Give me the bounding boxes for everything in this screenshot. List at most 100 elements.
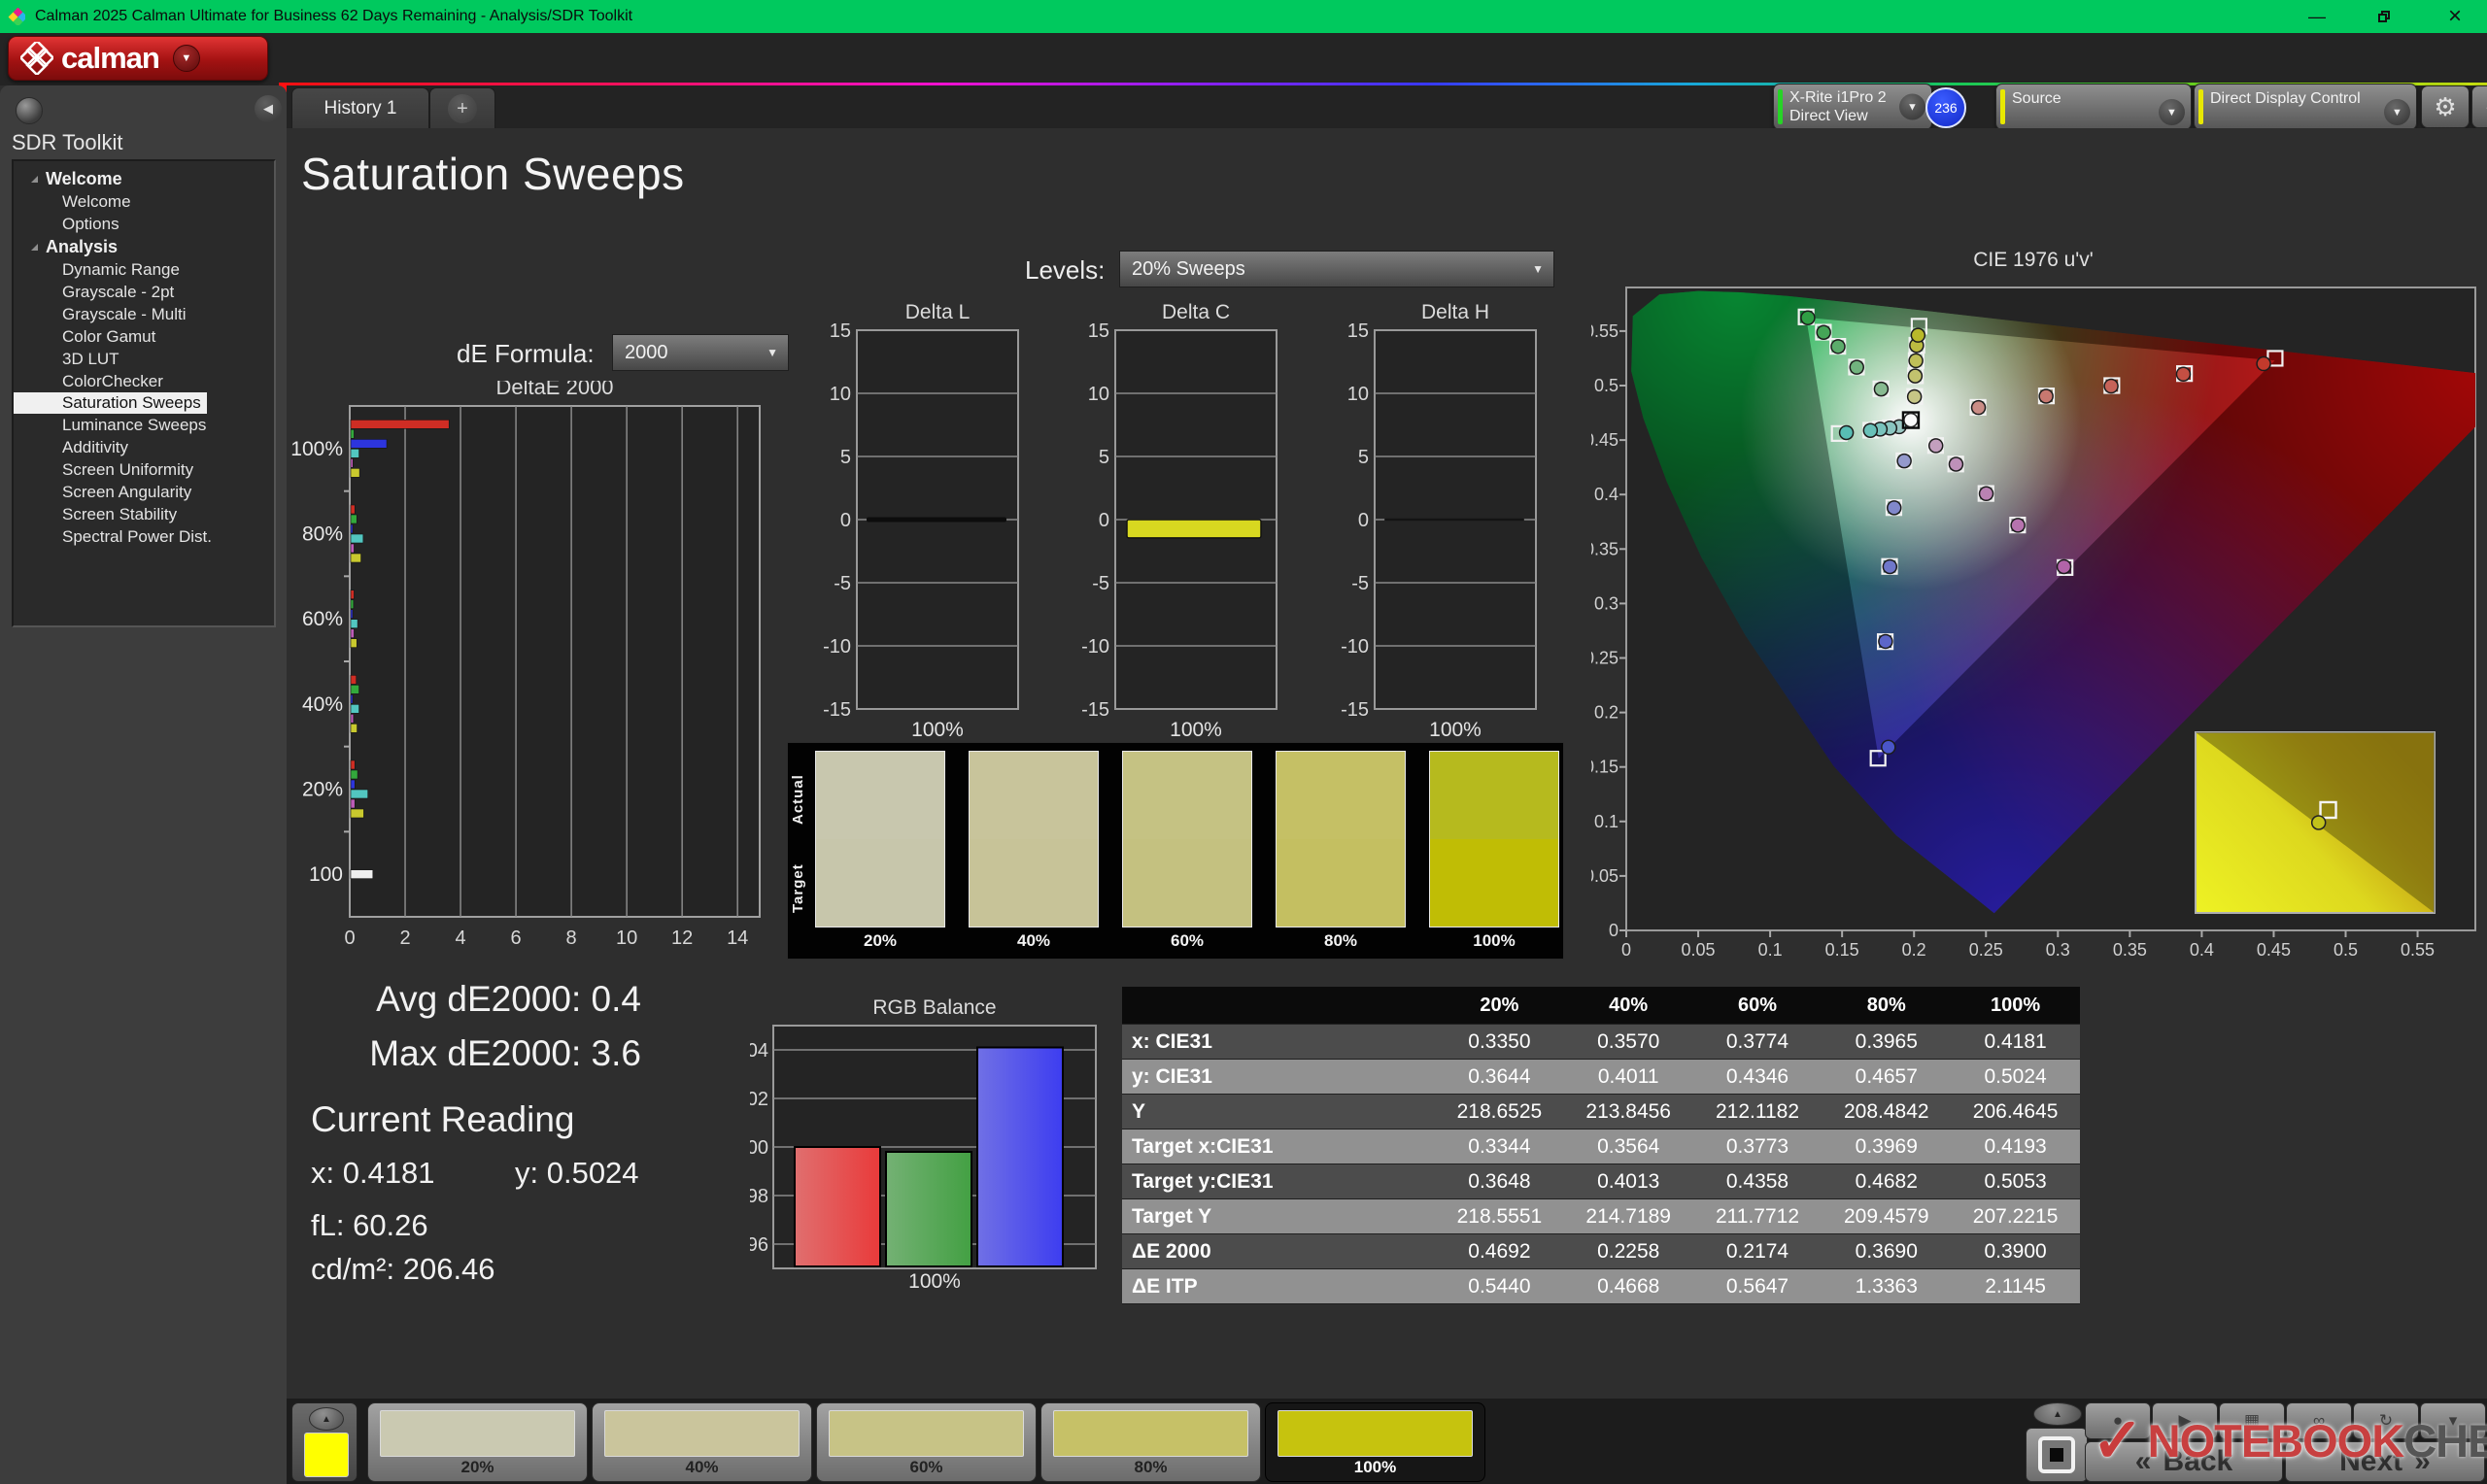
svg-text:0: 0 <box>1621 940 1631 960</box>
sidebar-item-luminance-sweeps[interactable]: Luminance Sweeps <box>14 414 274 436</box>
pattern-expand-button[interactable]: ▲ <box>309 1407 344 1431</box>
source-dropdown-arrow[interactable]: ▼ <box>2159 99 2185 125</box>
measured-marker-blue <box>1878 633 1893 650</box>
svg-text:10: 10 <box>830 384 851 405</box>
sidebar-item-grayscale-2pt[interactable]: Grayscale - 2pt <box>14 281 274 303</box>
svg-text:80%: 80% <box>302 523 343 546</box>
sidebar-section-welcome[interactable]: Welcome <box>14 167 274 190</box>
pattern-button-label: 20% <box>460 1458 494 1476</box>
de-bar-magenta <box>350 798 356 809</box>
levels-label: Levels: <box>1025 255 1106 285</box>
sidebar-item-color-gamut[interactable]: Color Gamut <box>14 325 274 348</box>
stop-button[interactable] <box>2026 1428 2088 1482</box>
de-bar-cyan <box>350 789 368 799</box>
svg-text:8: 8 <box>566 928 577 949</box>
svg-text:6: 6 <box>511 928 522 949</box>
up-arrow-icon: ▲ <box>322 1413 331 1425</box>
sidebar-item-dynamic-range[interactable]: Dynamic Range <box>14 258 274 281</box>
window-title: Calman 2025 Calman Ultimate for Business… <box>35 8 633 24</box>
sidebar-item-options[interactable]: Options <box>14 213 274 235</box>
patterns-up-button[interactable]: ▲ <box>2033 1402 2082 1426</box>
display-control-label: Direct Display Control <box>2210 90 2361 107</box>
svg-text:-5: -5 <box>1351 573 1369 594</box>
sidebar-item-screen-angularity[interactable]: Screen Angularity <box>14 481 274 503</box>
de-bar-magenta <box>350 714 355 724</box>
sidebar-item-colorchecker[interactable]: ColorChecker <box>14 370 274 392</box>
pattern-button-40%[interactable]: 40% <box>592 1402 812 1482</box>
tab-add[interactable]: + <box>429 87 495 129</box>
collapse-left-icon: ◀ <box>263 101 273 116</box>
settings-button[interactable]: ⚙ <box>2421 85 2470 128</box>
svg-text:102: 102 <box>750 1089 768 1110</box>
measure-control-5-button[interactable]: ▾ <box>2420 1402 2486 1439</box>
svg-text:-10: -10 <box>1341 636 1369 658</box>
expand-triangle-icon[interactable] <box>31 243 38 251</box>
measure-control-0-button[interactable]: ● <box>2085 1402 2151 1439</box>
sidebar-item-screen-uniformity[interactable]: Screen Uniformity <box>14 458 274 481</box>
restore-button[interactable] <box>2363 0 2405 33</box>
measure-control-4-button[interactable]: ↻ <box>2353 1402 2419 1439</box>
calman-menu-button[interactable]: calman ▼ <box>8 36 268 81</box>
minimize-button[interactable]: — <box>2296 0 2338 33</box>
meter-dropdown[interactable]: X-Rite i1Pro 2 Direct View ▼ <box>1773 84 1932 130</box>
next-button[interactable]: Next » <box>2285 1441 2485 1482</box>
measure-control-3-button[interactable]: ∞ <box>2286 1402 2352 1439</box>
pattern-color-chip <box>1278 1410 1473 1457</box>
sidebar-item-saturation-sweeps[interactable]: Saturation Sweeps <box>14 392 207 414</box>
sidebar-collapse-button[interactable]: ◀ <box>255 95 282 122</box>
sidebar-sphere-button[interactable] <box>16 97 43 124</box>
close-button[interactable]: × <box>2434 0 2476 33</box>
logo-menu-arrow[interactable]: ▼ <box>172 45 200 72</box>
calman-app-window: Calman 2025 Calman Ultimate for Business… <box>0 0 2487 1484</box>
meter-dropdown-arrow[interactable]: ▼ <box>1899 93 1925 120</box>
de-bar-red <box>350 590 355 599</box>
svg-text:0: 0 <box>344 928 355 949</box>
rgb-balance-chart: RGB Balance 96 98 100 102 104 100% <box>750 998 1097 1290</box>
sidebar-item-grayscale-multi[interactable]: Grayscale - Multi <box>14 303 274 325</box>
pattern-button-100%[interactable]: 100% <box>1265 1402 1485 1482</box>
de-bar-white <box>350 869 374 879</box>
source-dropdown[interactable]: Source ▼ <box>1995 84 2192 130</box>
chevron-down-icon: ▼ <box>181 52 192 64</box>
svg-text:0: 0 <box>1609 921 1618 940</box>
svg-text:0.5: 0.5 <box>2334 940 2358 960</box>
levels-dropdown[interactable]: 20% Sweeps ▼ <box>1119 251 1554 287</box>
expand-triangle-icon[interactable] <box>31 175 38 183</box>
meter-count-badge[interactable]: 236 <box>1925 87 1966 128</box>
measure-control-1-button[interactable]: ▶ <box>2152 1402 2218 1439</box>
pattern-button-80%[interactable]: 80% <box>1040 1402 1261 1482</box>
sidebar-item-welcome[interactable]: Welcome <box>14 190 274 213</box>
tab-history-1[interactable]: History 1 <box>291 87 429 129</box>
pattern-button-60%[interactable]: 60% <box>816 1402 1037 1482</box>
collapse-panel-button[interactable]: ◀ <box>2471 85 2487 128</box>
formula-dropdown[interactable]: 2000 ▼ <box>612 334 789 371</box>
sidebar-item-spectral-power-dist[interactable]: Spectral Power Dist. <box>14 525 274 548</box>
current-reading-title: Current Reading <box>311 1099 575 1139</box>
display-control-dropdown-arrow[interactable]: ▼ <box>2384 99 2410 125</box>
measured-marker-red <box>2103 378 2119 394</box>
sidebar-item-3d-lut[interactable]: 3D LUT <box>14 348 274 370</box>
back-button[interactable]: « Back <box>2085 1441 2283 1482</box>
table-row-e-2000: ΔE 2000 0.4692 0.2258 0.2174 0.3690 0.3900 <box>1122 1234 2080 1269</box>
measure-control-2-button[interactable]: ▦ <box>2219 1402 2285 1439</box>
sweep-swatch-panel: Actual Target 20% 40% 60% 80% 100% <box>787 742 1564 960</box>
sweep-swatch-80% <box>1276 751 1406 928</box>
chevron-down-icon: ▼ <box>1907 101 1918 113</box>
pattern-button-label: 60% <box>909 1458 943 1476</box>
table-row-e-itp: ΔE ITP 0.5440 0.4668 0.5647 1.3363 2.1145 <box>1122 1269 2080 1304</box>
display-control-dropdown[interactable]: Direct Display Control ▼ <box>2194 84 2417 130</box>
de-bar-magenta <box>350 543 355 554</box>
sidebar-item-additivity[interactable]: Additivity <box>14 436 274 458</box>
sidebar-item-screen-stability[interactable]: Screen Stability <box>14 503 274 525</box>
de-bar-green <box>350 429 355 439</box>
sidebar-section-analysis[interactable]: Analysis <box>14 235 274 258</box>
cie-inset-zoom <box>2195 731 2436 914</box>
de-bar-red <box>350 504 356 515</box>
svg-text:5: 5 <box>1358 447 1369 468</box>
svg-text:-5: -5 <box>1092 573 1109 594</box>
rgb-bar-blue <box>976 1046 1064 1267</box>
svg-text:60%: 60% <box>302 608 343 630</box>
quick-color-swatch[interactable] <box>304 1433 349 1477</box>
pattern-button-20%[interactable]: 20% <box>367 1402 588 1482</box>
sidebar-header: SDR Toolkit <box>12 130 123 154</box>
